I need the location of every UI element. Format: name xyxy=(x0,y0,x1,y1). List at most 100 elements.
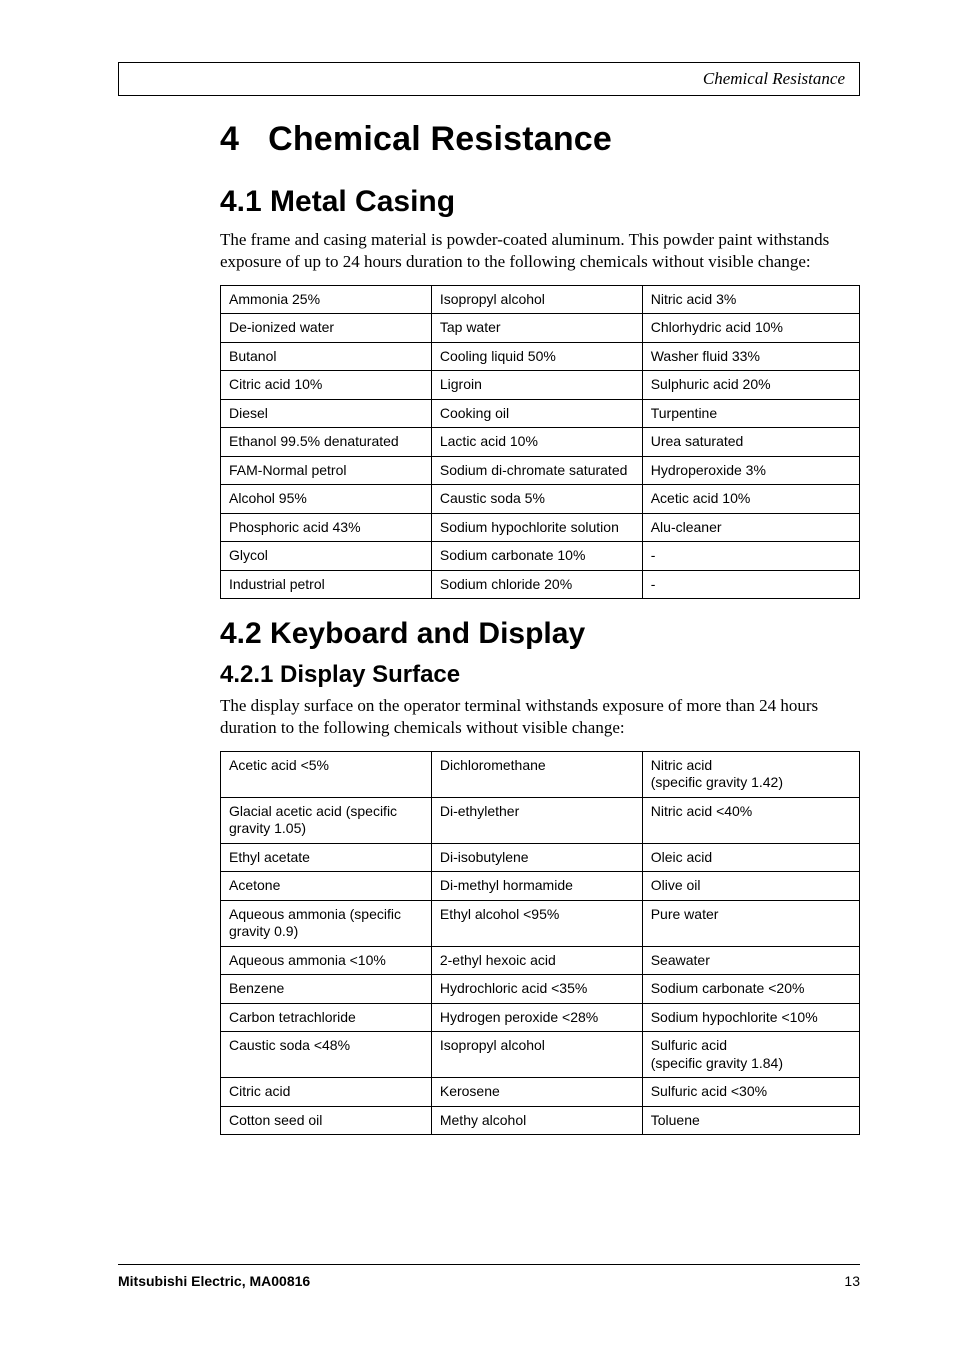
table-cell: Tap water xyxy=(431,314,642,343)
table-row: Citric acid 10%LigroinSulphuric acid 20% xyxy=(221,371,860,400)
table-cell: Isopropyl alcohol xyxy=(431,1032,642,1078)
table-cell: Benzene xyxy=(221,975,432,1004)
table-row: DieselCooking oilTurpentine xyxy=(221,399,860,428)
table-cell: Acetic acid <5% xyxy=(221,751,432,797)
table-row: Ethanol 99.5% denaturatedLactic acid 10%… xyxy=(221,428,860,457)
footer-left: Mitsubishi Electric, MA00816 xyxy=(118,1273,310,1289)
table-cell: Chlorhydric acid 10% xyxy=(642,314,859,343)
table-cell: Aqueous ammonia (specific gravity 0.9) xyxy=(221,900,432,946)
running-title: Chemical Resistance xyxy=(703,69,845,89)
table-cell: Pure water xyxy=(642,900,859,946)
table-row: Ethyl acetateDi-isobutyleneOleic acid xyxy=(221,843,860,872)
table-row: Citric acidKeroseneSulfuric acid <30% xyxy=(221,1078,860,1107)
table-cell: Sodium di-chromate saturated xyxy=(431,456,642,485)
subsection-4-2-1-paragraph: The display surface on the operator term… xyxy=(220,695,860,739)
table-row: ButanolCooling liquid 50%Washer fluid 33… xyxy=(221,342,860,371)
table-cell: Olive oil xyxy=(642,872,859,901)
table-cell: Isopropyl alcohol xyxy=(431,285,642,314)
table-cell: Industrial petrol xyxy=(221,570,432,599)
subsection-4-2-1-heading: 4.2.1 Display Surface xyxy=(220,661,860,689)
table-cell: Ammonia 25% xyxy=(221,285,432,314)
table-cell: Acetic acid 10% xyxy=(642,485,859,514)
running-header: Chemical Resistance xyxy=(118,62,860,96)
section-4-1-paragraph: The frame and casing material is powder-… xyxy=(220,229,860,273)
table-cell: Ligroin xyxy=(431,371,642,400)
table-cell: Nitric acid 3% xyxy=(642,285,859,314)
table-cell: Methy alcohol xyxy=(431,1106,642,1135)
table-cell: Di-ethylether xyxy=(431,797,642,843)
table-cell: Di-isobutylene xyxy=(431,843,642,872)
table-cell: Ethyl alcohol <95% xyxy=(431,900,642,946)
table-cell: Sodium hypochlorite solution xyxy=(431,513,642,542)
table-row: FAM-Normal petrolSodium di-chromate satu… xyxy=(221,456,860,485)
table-row: Acetic acid <5%DichloromethaneNitric aci… xyxy=(221,751,860,797)
table-cell: Washer fluid 33% xyxy=(642,342,859,371)
table-cell: Ethyl acetate xyxy=(221,843,432,872)
table-cell: Nitric acid <40% xyxy=(642,797,859,843)
table-cell: Urea saturated xyxy=(642,428,859,457)
page-footer: Mitsubishi Electric, MA00816 13 xyxy=(118,1264,860,1289)
table-cell: Caustic soda <48% xyxy=(221,1032,432,1078)
table-row: Industrial petrolSodium chloride 20%- xyxy=(221,570,860,599)
table-cell: Caustic soda 5% xyxy=(431,485,642,514)
footer-page-number: 13 xyxy=(844,1273,860,1289)
table-cell: Cotton seed oil xyxy=(221,1106,432,1135)
chapter-heading: 4 Chemical Resistance xyxy=(220,120,860,159)
table-cell: Hydrochloric acid <35% xyxy=(431,975,642,1004)
table-row: Alcohol 95%Caustic soda 5%Acetic acid 10… xyxy=(221,485,860,514)
chapter-number: 4 xyxy=(220,120,239,158)
table-row: Aqueous ammonia <10%2-ethyl hexoic acidS… xyxy=(221,946,860,975)
table-row: Aqueous ammonia (specific gravity 0.9)Et… xyxy=(221,900,860,946)
table-cell: FAM-Normal petrol xyxy=(221,456,432,485)
table-cell: Citric acid 10% xyxy=(221,371,432,400)
table-cell: Cooling liquid 50% xyxy=(431,342,642,371)
table-row: Carbon tetrachlorideHydrogen peroxide <2… xyxy=(221,1003,860,1032)
table-row: AcetoneDi-methyl hormamideOlive oil xyxy=(221,872,860,901)
table-cell: Lactic acid 10% xyxy=(431,428,642,457)
table-cell: De-ionized water xyxy=(221,314,432,343)
table-cell: Seawater xyxy=(642,946,859,975)
table-cell: Turpentine xyxy=(642,399,859,428)
table-cell: Hydroperoxide 3% xyxy=(642,456,859,485)
table-cell: Sulfuric acid <30% xyxy=(642,1078,859,1107)
table-cell: Cooking oil xyxy=(431,399,642,428)
table-cell: Sulphuric acid 20% xyxy=(642,371,859,400)
table-cell: Acetone xyxy=(221,872,432,901)
table-cell: Nitric acid(specific gravity 1.42) xyxy=(642,751,859,797)
display-surface-table: Acetic acid <5%DichloromethaneNitric aci… xyxy=(220,751,860,1136)
table-row: Ammonia 25%Isopropyl alcoholNitric acid … xyxy=(221,285,860,314)
table-cell: Carbon tetrachloride xyxy=(221,1003,432,1032)
table-row: Glacial acetic acid (specific gravity 1.… xyxy=(221,797,860,843)
table-cell: Hydrogen peroxide <28% xyxy=(431,1003,642,1032)
table-row: Phosphoric acid 43%Sodium hypochlorite s… xyxy=(221,513,860,542)
table-cell: Citric acid xyxy=(221,1078,432,1107)
table-cell: Kerosene xyxy=(431,1078,642,1107)
table-cell: Sodium carbonate 10% xyxy=(431,542,642,571)
table-cell: Sodium chloride 20% xyxy=(431,570,642,599)
table-cell: - xyxy=(642,542,859,571)
table-cell: Oleic acid xyxy=(642,843,859,872)
table-cell: Ethanol 99.5% denaturated xyxy=(221,428,432,457)
table-cell: Phosphoric acid 43% xyxy=(221,513,432,542)
table-cell: 2-ethyl hexoic acid xyxy=(431,946,642,975)
table-row: Cotton seed oilMethy alcoholToluene xyxy=(221,1106,860,1135)
table-cell: Alu-cleaner xyxy=(642,513,859,542)
table-cell: Di-methyl hormamide xyxy=(431,872,642,901)
table-cell: Alcohol 95% xyxy=(221,485,432,514)
table-row: Caustic soda <48%Isopropyl alcoholSulfur… xyxy=(221,1032,860,1078)
table-row: De-ionized waterTap waterChlorhydric aci… xyxy=(221,314,860,343)
table-cell: Glacial acetic acid (specific gravity 1.… xyxy=(221,797,432,843)
table-cell: Dichloromethane xyxy=(431,751,642,797)
table-cell: Butanol xyxy=(221,342,432,371)
chapter-title: Chemical Resistance xyxy=(268,120,612,158)
table-cell: Diesel xyxy=(221,399,432,428)
table-cell: - xyxy=(642,570,859,599)
table-cell: Sodium carbonate <20% xyxy=(642,975,859,1004)
table-cell: Aqueous ammonia <10% xyxy=(221,946,432,975)
metal-casing-table: Ammonia 25%Isopropyl alcoholNitric acid … xyxy=(220,285,860,600)
table-row: GlycolSodium carbonate 10%- xyxy=(221,542,860,571)
section-4-2-heading: 4.2 Keyboard and Display xyxy=(220,617,860,651)
section-4-1-heading: 4.1 Metal Casing xyxy=(220,185,860,219)
table-cell: Sulfuric acid(specific gravity 1.84) xyxy=(642,1032,859,1078)
table-cell: Toluene xyxy=(642,1106,859,1135)
